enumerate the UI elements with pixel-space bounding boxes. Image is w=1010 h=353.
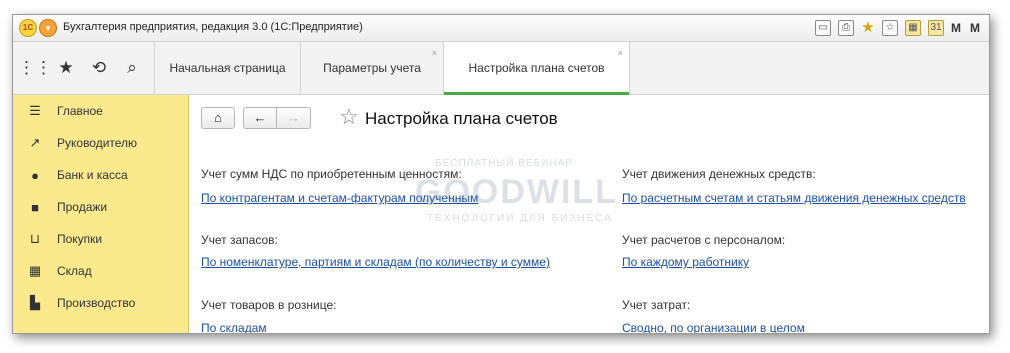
retail-accounting-link[interactable]: По складам [201, 321, 267, 333]
favorites-star-icon[interactable]: ★ [861, 20, 875, 35]
costs-accounting-link[interactable]: Сводно, по организации в целом [622, 321, 805, 333]
vat-accounting-label: Учет сумм НДС по приобретенным ценностям… [201, 167, 462, 181]
save-icon[interactable]: ▭ [815, 20, 831, 36]
sidebar-item-main[interactable]: ☰ Главное [13, 95, 188, 127]
history-icon[interactable]: ⟲ [84, 42, 114, 94]
inventory-accounting-label: Учет запасов: [201, 233, 278, 247]
add-favorite-star-icon[interactable]: ☆ [339, 104, 359, 130]
apps-grid-icon[interactable]: ⋮⋮ [18, 42, 52, 94]
menu-lines-icon: ☰ [29, 103, 41, 118]
sidebar-item-label: Главное [57, 104, 103, 118]
warehouse-icon: ▦ [28, 263, 42, 278]
sidebar-item-bank-cash[interactable]: ● Банк и касса [13, 159, 188, 191]
watermark-tagline: ТЕХНОЛОГИИ ДЛЯ БИЗНЕСА [427, 213, 613, 224]
favorites-star-icon[interactable]: ★ [51, 42, 81, 94]
sidebar-item-sales[interactable]: ■ Продажи [13, 191, 188, 223]
memory-button[interactable]: M [951, 21, 961, 35]
tab-label: Настройка плана счетов [468, 61, 605, 75]
sidebar-item-purchases[interactable]: ⊔ Покупки [13, 223, 188, 255]
sidebar-item-label: Продажи [57, 200, 108, 214]
ruble-coin-icon: ● [31, 167, 39, 183]
calendar-icon[interactable]: 31 [928, 20, 944, 36]
history-icon[interactable]: ☆ [882, 20, 898, 36]
cash-flow-accounting-link[interactable]: По расчетным счетам и статьям движения д… [622, 191, 966, 205]
back-button[interactable]: ← [243, 107, 277, 129]
inventory-accounting-link[interactable]: По номенклатуре, партиям и складам (по к… [201, 255, 550, 269]
arrow-right-icon: → [287, 110, 300, 125]
sidebar-item-production[interactable]: ▙ Производство [13, 287, 188, 319]
personnel-accounting-label: Учет расчетов с персоналом: [622, 233, 786, 247]
home-button[interactable]: ⌂ [201, 107, 235, 129]
tab-label: Параметры учета [323, 61, 421, 75]
cart-icon: ⊔ [29, 231, 41, 246]
factory-icon: ▙ [30, 295, 40, 310]
costs-accounting-label: Учет затрат: [622, 298, 691, 312]
main-menu-icon[interactable]: ▾ [39, 19, 57, 37]
sidebar-item-label: Банк и касса [57, 168, 128, 182]
cash-flow-accounting-label: Учет движения денежных средств: [622, 167, 816, 181]
forward-button[interactable]: → [277, 107, 311, 129]
close-icon[interactable]: × [618, 27, 623, 79]
sidebar-item-label: Руководителю [57, 136, 138, 150]
personnel-accounting-link[interactable]: По каждому работнику [622, 255, 749, 269]
retail-accounting-label: Учет товаров в рознице: [201, 298, 337, 312]
tabs-toolbar: ⋮⋮ ★ ⟲ ⌕ Начальная страница Параметры уч… [13, 42, 989, 95]
arrow-left-icon: ← [253, 110, 267, 125]
shopping-bag-icon: ■ [31, 199, 39, 215]
memory-plus-button[interactable]: M [970, 21, 980, 35]
tab-accounting-parameters[interactable]: Параметры учета × [301, 42, 444, 94]
title-toolbar: ▭ ⎙ ★ ☆ ▦ 31 M M [815, 19, 989, 37]
calculator-icon[interactable]: ▦ [905, 20, 921, 36]
search-icon[interactable]: ⌕ [117, 42, 147, 94]
sections-sidebar: ☰ Главное ↗ Руководителю ● Банк и касса … [13, 95, 189, 333]
home-icon: ⌂ [214, 110, 222, 125]
app-window: 1С ▾ Бухгалтерия предприятия, редакция 3… [12, 14, 990, 334]
print-icon[interactable]: ⎙ [838, 20, 854, 36]
content-area: ⌂ ← → ☆ Настройка плана счетов БЕСПЛАТНЫ… [189, 95, 989, 333]
tab-start-page[interactable]: Начальная страница [155, 42, 301, 94]
sidebar-item-manager[interactable]: ↗ Руководителю [13, 127, 188, 159]
title-bar: 1С ▾ Бухгалтерия предприятия, редакция 3… [13, 15, 989, 42]
tab-chart-of-accounts-settings[interactable]: Настройка плана счетов × [444, 42, 630, 95]
window-title: Бухгалтерия предприятия, редакция 3.0 (1… [63, 21, 363, 33]
app-logo-icon: 1С [19, 19, 37, 37]
trend-icon: ↗ [29, 135, 41, 150]
page-title: Настройка плана счетов [365, 109, 558, 128]
close-icon[interactable]: × [432, 27, 437, 79]
tab-label: Начальная страница [169, 61, 286, 75]
sidebar-item-label: Производство [57, 296, 136, 310]
sidebar-item-label: Склад [57, 264, 92, 278]
sidebar-item-label: Покупки [57, 232, 103, 246]
vat-accounting-link[interactable]: По контрагентам и счетам-фактурам получе… [201, 191, 478, 205]
sidebar-item-warehouse[interactable]: ▦ Склад [13, 255, 188, 287]
